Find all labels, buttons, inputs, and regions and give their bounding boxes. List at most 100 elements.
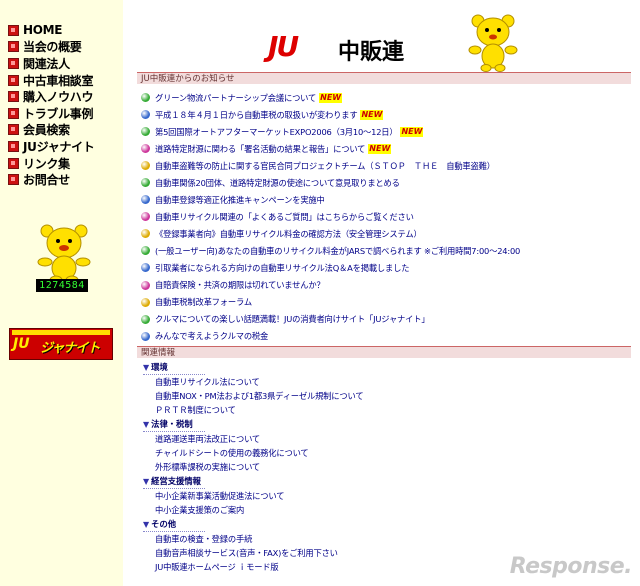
site-logo[interactable]: JU 中販連: [268, 24, 448, 65]
nav-item-label: 会員検索: [23, 123, 70, 138]
bear-mascot-image: [37, 224, 91, 284]
news-item: 引取業者になられる方向けの自動車リサイクル法Q＆Aを掲載しました: [137, 259, 631, 276]
bullet-orb-icon: [141, 297, 150, 307]
bear-mascot-header-image: [468, 14, 518, 72]
news-item: 《登録事業者向》自動車リサイクル料金の確認方法（安全管理システム）: [137, 225, 631, 242]
nav-item[interactable]: 購入ノウハウ: [8, 88, 95, 105]
nav-item[interactable]: リンク集: [8, 155, 95, 172]
bullet-orb-icon: [141, 331, 150, 341]
news-item: 平成１８年４月１日から自動車税の取扱いが変わります NEW: [137, 106, 631, 123]
news-link[interactable]: 自動車税制改革フォーラム: [155, 296, 252, 308]
nav-menu: HOME 当会の概要 関連法人 中古車相談室 購入ノウハウ トラブル事例 会員検索 JUジャナ…: [8, 22, 95, 188]
nav-bullet-icon: [8, 91, 19, 103]
news-list: グリーン物流パートナーシップ会議について NEW 平成１８年４月１日から自動車税の取…: [137, 89, 631, 345]
news-link[interactable]: 自賠責保険・共済の期限は切れていませんか？: [155, 279, 325, 291]
bullet-orb-icon: [141, 229, 150, 239]
category-label: 環境: [151, 362, 168, 372]
related-link[interactable]: 自動車NOX・PM法および1都3県ディーゼル規制について: [137, 389, 631, 403]
category-label: その他: [151, 519, 177, 529]
news-link[interactable]: 自動車盗難等の防止に関する官民合同プロジェクトチーム（ＳＴＯＰ ＴＨＥ 自動車盗…: [155, 160, 495, 172]
news-section-header: JU中販連からのお知らせ: [137, 72, 631, 84]
nav-item[interactable]: JUジャナイト: [8, 138, 95, 155]
news-link[interactable]: グリーン物流パートナーシップ会議について: [155, 92, 316, 104]
news-item: 自動車盗難等の防止に関する官民合同プロジェクトチーム（ＳＴＯＰ ＴＨＥ 自動車盗…: [137, 157, 631, 174]
nav-item[interactable]: トラブル事例: [8, 105, 95, 122]
nav-item-label: トラブル事例: [23, 106, 94, 121]
related-link[interactable]: 中小企業支援策のご案内: [137, 503, 631, 517]
news-item: 道路特定財源に関わる「署名活動の結果と報告」について NEW: [137, 140, 631, 157]
bullet-orb-icon: [141, 314, 150, 324]
nav-item[interactable]: 当会の概要: [8, 39, 95, 56]
related-link[interactable]: 自動車リサイクル法について: [137, 375, 631, 389]
related-link[interactable]: 道路運送車両法改正について: [137, 432, 631, 446]
news-link[interactable]: 第5回国際オートアフターマーケットEXPO2006（3月10〜12日）: [155, 126, 398, 138]
nav-bullet-icon: [8, 174, 19, 186]
bullet-orb-icon: [141, 161, 150, 171]
banner-text: ジャナイト: [40, 341, 100, 356]
news-link[interactable]: クルマについての楽しい話題満載！JUの消費者向けサイト「JUジャナイト」: [155, 313, 430, 325]
triangle-down-icon: ▼: [143, 476, 150, 486]
news-link[interactable]: 自動車リサイクル関連の「よくあるご質問」はこちらからご覧ください: [155, 211, 414, 223]
news-link[interactable]: 自動車登録等適正化推進キャンペーンを実施中: [155, 194, 325, 206]
news-link[interactable]: 道路特定財源に関わる「署名活動の結果と報告」について: [155, 143, 365, 155]
nav-item-label: リンク集: [23, 156, 70, 171]
news-link[interactable]: みんなで考えようクルマの税金: [155, 330, 268, 342]
news-link[interactable]: 自動車関係20団体、道路特定財源の使途について意見取りまとめる: [155, 177, 400, 189]
bullet-orb-icon: [141, 195, 150, 205]
news-item: 自動車リサイクル関連の「よくあるご質問」はこちらからご覧ください: [137, 208, 631, 225]
news-item: グリーン物流パートナーシップ会議について NEW: [137, 89, 631, 106]
news-item: 自動車関係20団体、道路特定財源の使途について意見取りまとめる: [137, 174, 631, 191]
news-item: 自動車税制改革フォーラム: [137, 294, 631, 311]
related-info: ▼ 環境 自動車リサイクル法について 自動車NOX・PM法および1都3県ディーゼル規制…: [137, 360, 631, 574]
category-heading: ▼ 環境: [143, 360, 205, 375]
related-section-header: 関連情報: [137, 346, 631, 358]
nav-bullet-icon: [8, 140, 19, 152]
ju-janaito-banner[interactable]: JU ジャナイト: [9, 328, 113, 360]
nav-item[interactable]: お問合せ: [8, 171, 95, 188]
bullet-orb-icon: [141, 178, 150, 188]
logo-mark: JU: [268, 30, 299, 63]
bullet-orb-icon: [141, 263, 150, 273]
nav-bullet-icon: [8, 41, 19, 53]
category-heading: ▼ 経営支援情報: [143, 474, 205, 489]
news-item: 自賠責保険・共済の期限は切れていませんか？: [137, 277, 631, 294]
related-link[interactable]: 自動車の検査・登録の手続: [137, 532, 631, 546]
new-badge: NEW: [360, 109, 384, 120]
nav-bullet-icon: [8, 57, 19, 69]
nav-item[interactable]: 関連法人: [8, 55, 95, 72]
related-link[interactable]: 外形標準課税の実施について: [137, 460, 631, 474]
news-link[interactable]: 平成１８年４月１日から自動車税の取扱いが変わります: [155, 109, 358, 121]
bullet-orb-icon: [141, 246, 150, 256]
nav-item[interactable]: 会員検索: [8, 122, 95, 139]
category-label: 経営支援情報: [151, 476, 201, 486]
bullet-orb-icon: [141, 212, 150, 222]
news-link[interactable]: (一般ユーザー向)あなたの自動車のリサイクル料金がJARSで調べられます ※ご利…: [155, 245, 520, 257]
news-item: クルマについての楽しい話題満載！JUの消費者向けサイト「JUジャナイト」: [137, 311, 631, 328]
logo-text: 中販連: [338, 40, 405, 65]
news-item: みんなで考えようクルマの税金: [137, 328, 631, 345]
triangle-down-icon: ▼: [143, 362, 150, 372]
bullet-orb-icon: [141, 144, 150, 154]
bullet-orb-icon: [141, 127, 150, 137]
news-item: (一般ユーザー向)あなたの自動車のリサイクル料金がJARSで調べられます ※ご利…: [137, 242, 631, 259]
nav-item-label: 当会の概要: [23, 40, 82, 55]
nav-bullet-icon: [8, 74, 19, 86]
related-link[interactable]: 中小企業新事業活動促進法について: [137, 489, 631, 503]
news-link[interactable]: 《登録事業者向》自動車リサイクル料金の確認方法（安全管理システム）: [155, 228, 422, 240]
nav-item[interactable]: HOME: [8, 22, 95, 39]
main-content: JU 中販連 JU中販連からのお知らせ グリーン物流パートナーシップ会議について…: [123, 0, 640, 586]
related-link[interactable]: ＰＲＴＲ制度について: [137, 403, 631, 417]
nav-bullet-icon: [8, 24, 19, 36]
news-item: 自動車登録等適正化推進キャンペーンを実施中: [137, 191, 631, 208]
category-heading: ▼ その他: [143, 517, 205, 532]
news-link[interactable]: 引取業者になられる方向けの自動車リサイクル法Q＆Aを掲載しました: [155, 262, 410, 274]
sidebar: HOME 当会の概要 関連法人 中古車相談室 購入ノウハウ トラブル事例 会員検索 JUジャナ…: [0, 0, 123, 586]
banner-stripe: [12, 330, 110, 335]
response-watermark: Response.: [509, 554, 633, 579]
nav-bullet-icon: [8, 157, 19, 169]
triangle-down-icon: ▼: [143, 519, 150, 529]
related-link[interactable]: チャイルドシートの使用の義務化について: [137, 446, 631, 460]
bullet-orb-icon: [141, 280, 150, 290]
nav-item[interactable]: 中古車相談室: [8, 72, 95, 89]
bullet-orb-icon: [141, 110, 150, 120]
